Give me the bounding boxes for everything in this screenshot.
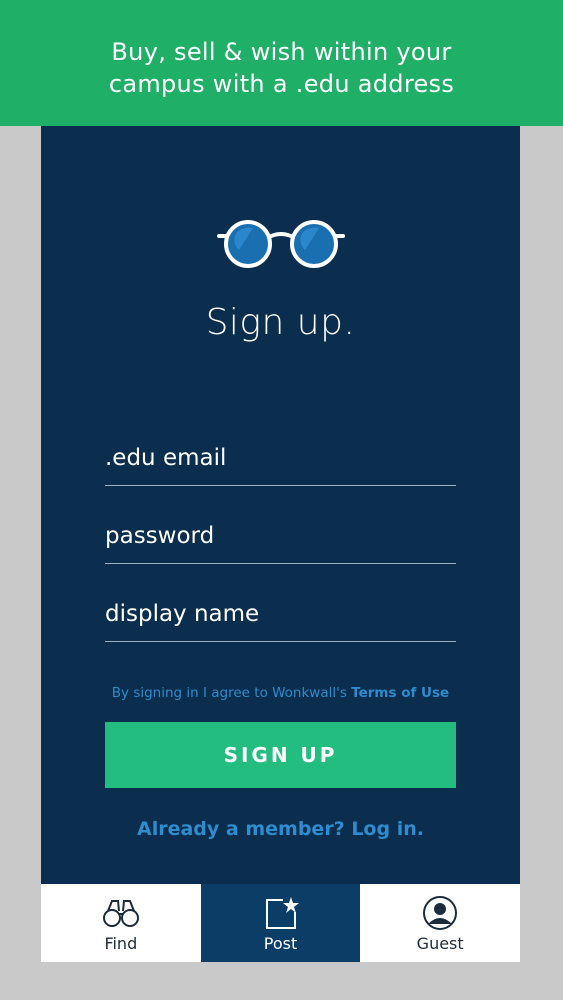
post-star-icon <box>265 897 299 929</box>
tab-guest[interactable]: Guest <box>360 884 520 962</box>
tab-find-label: Find <box>104 934 138 953</box>
terms-of-use-link[interactable]: Terms of Use <box>351 685 449 701</box>
tab-find[interactable]: Find <box>41 884 201 962</box>
user-avatar-icon <box>423 896 458 930</box>
display-name-field[interactable] <box>105 592 456 636</box>
promo-banner: Buy, sell & wish within your campus with… <box>0 0 563 126</box>
tab-post-label: Post <box>263 934 298 953</box>
tab-guest-label: Guest <box>416 934 464 953</box>
page-title: Sign up. <box>205 302 356 343</box>
bottom-tab-bar: Find Post Guest <box>41 884 520 962</box>
promo-line-1: Buy, sell & wish within your <box>111 38 452 66</box>
promo-line-2: campus with a .edu address <box>108 70 455 98</box>
log-in-link[interactable]: Already a member? Log in. <box>41 818 520 840</box>
email-field[interactable] <box>105 436 456 480</box>
sign-up-button[interactable]: SIGN UP <box>105 722 456 788</box>
email-field-container <box>105 436 456 486</box>
binoculars-icon <box>102 900 139 927</box>
tab-post[interactable]: Post <box>200 884 361 962</box>
display-name-field-container <box>105 592 456 642</box>
signup-screen: Sign up. By signing in I agree to Wonkwa… <box>41 126 520 962</box>
password-field[interactable] <box>105 514 456 558</box>
terms-notice: By signing in I agree to Wonkwall's Term… <box>41 685 520 701</box>
glasses-icon <box>217 220 345 268</box>
terms-prefix: By signing in I agree to Wonkwall's <box>111 685 352 701</box>
password-field-container <box>105 514 456 564</box>
